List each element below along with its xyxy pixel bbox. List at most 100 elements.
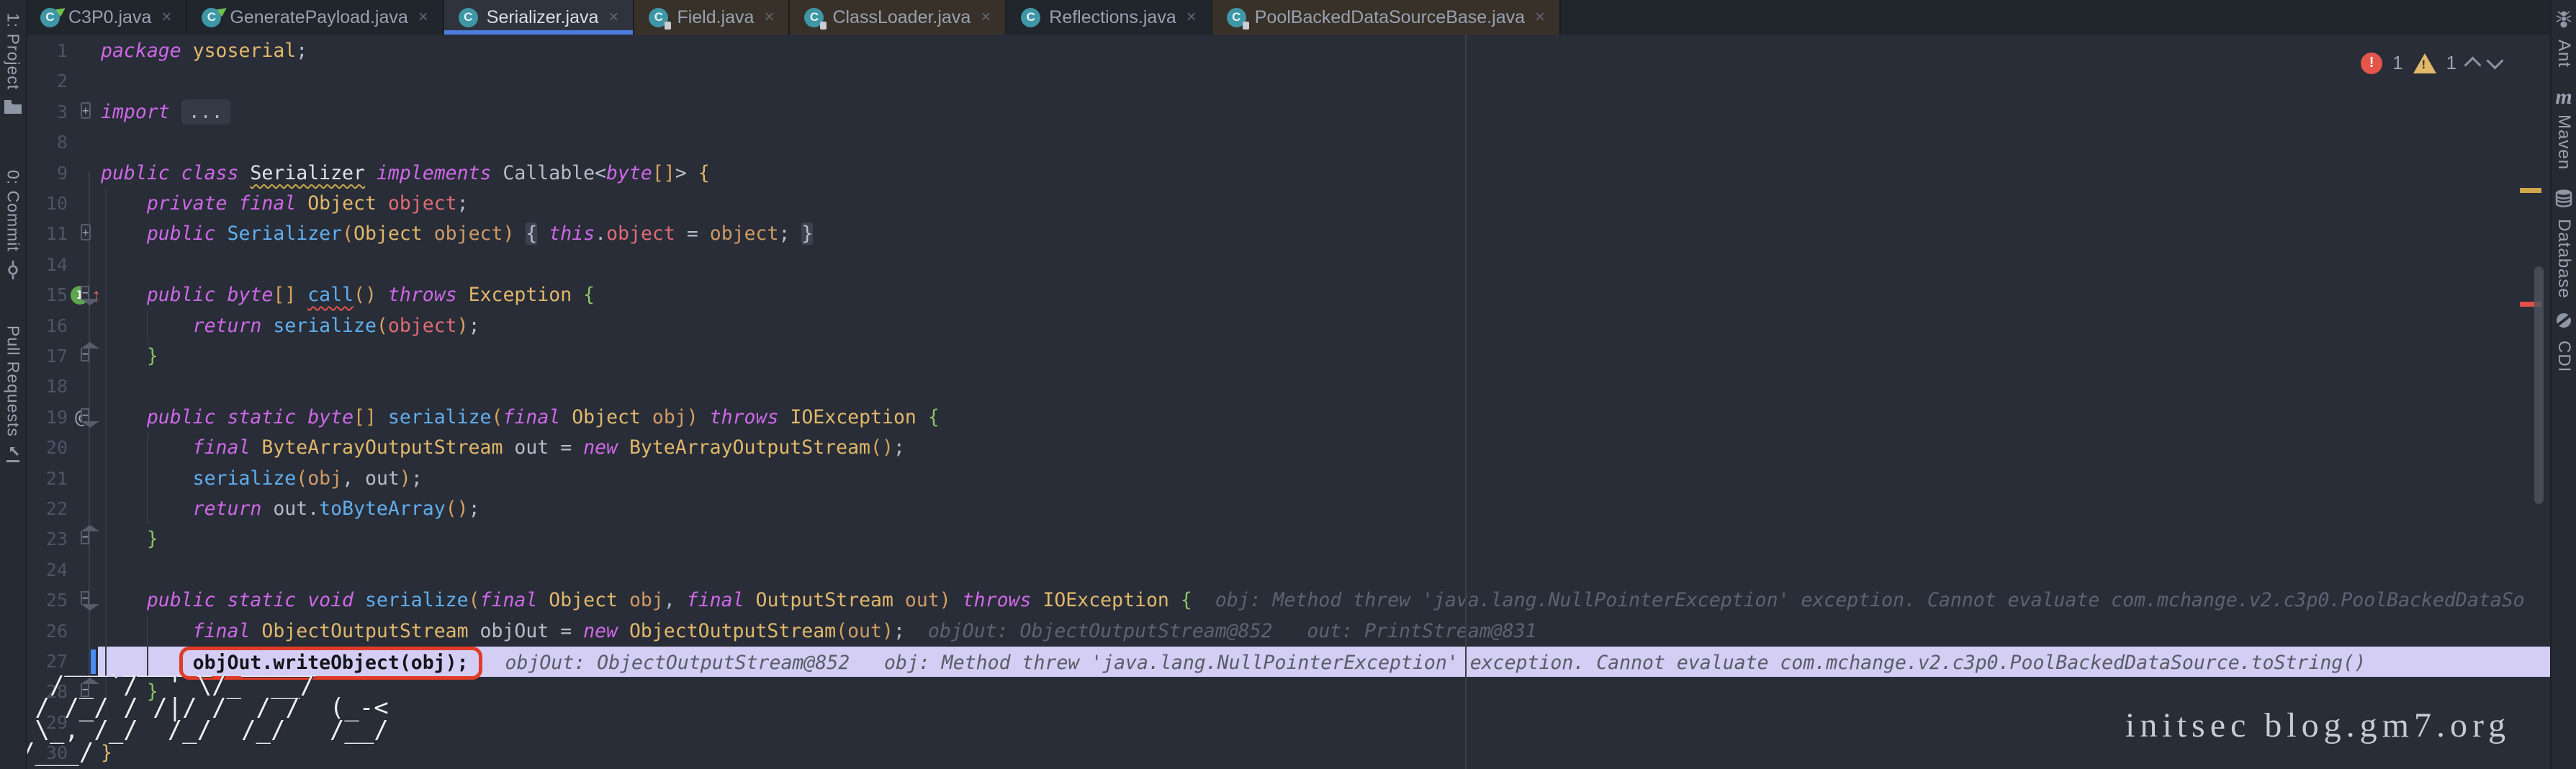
ascii-art-watermark: ___ ____ _ _____ / _ `/ ' \/_ __/ / /_/ … (20, 652, 389, 764)
inspections-widget: ! 1 ! 1 (2361, 52, 2501, 74)
fold-marker-icon[interactable]: − (81, 348, 89, 361)
indent-guide (105, 189, 107, 708)
tab-label: C3P0.java (68, 7, 151, 28)
sidebar-item-0-commit[interactable]: 0: Commit (0, 170, 26, 283)
code-text: return out.toByteArray(); (101, 494, 480, 524)
line-number[interactable]: 9 (26, 158, 68, 189)
tab-reflections-java[interactable]: CReflections.java× (1006, 0, 1212, 35)
close-icon[interactable]: × (418, 7, 428, 27)
code-line-14: 14 (26, 250, 2552, 280)
fold-marker-icon[interactable]: + (81, 104, 91, 118)
line-number[interactable]: 1 (26, 36, 68, 66)
lock-overlay-icon (820, 22, 827, 30)
debugger-inline-hint: objOut: ObjectOutputStream@852 obj: Meth… (505, 652, 2366, 674)
fold-marker-icon[interactable]: − (81, 287, 89, 300)
line-number[interactable]: 17 (26, 341, 68, 372)
database-icon (2554, 189, 2573, 212)
line-number[interactable]: 23 (26, 524, 68, 554)
close-icon[interactable]: × (981, 7, 991, 27)
line-number[interactable]: 3 (26, 97, 68, 127)
tab-c3p0-java[interactable]: C▶ C3P0.java × (26, 0, 187, 35)
debugger-inline-hint: objOut: ObjectOutputStream@852 out: Prin… (928, 620, 1537, 642)
line-number[interactable]: 18 (26, 372, 68, 402)
sidebar-item-cdi[interactable]: CDI (2552, 311, 2576, 372)
editor-scrollbar[interactable] (2534, 266, 2544, 504)
tab-bar: C▶ C3P0.java × C▶ GeneratePayload.java × C Seri… (26, 0, 2552, 35)
fold-marker-icon[interactable]: + (81, 225, 91, 240)
toolwindow-label: Maven (2554, 114, 2574, 170)
code-line-1: 1 package ysoserial; (26, 36, 2552, 66)
line-number[interactable]: 20 (26, 433, 68, 463)
line-number[interactable]: 24 (26, 555, 68, 585)
ant-icon (2554, 10, 2573, 32)
class-icon: C (649, 8, 668, 27)
next-problem-button[interactable] (2486, 52, 2503, 69)
line-number[interactable]: 14 (26, 250, 68, 280)
fold-marker-icon[interactable]: − (81, 592, 89, 605)
right-margin-guide (1465, 35, 1467, 769)
line-number[interactable]: 26 (26, 616, 68, 647)
code-text: } (101, 341, 158, 372)
line-number[interactable]: 21 (26, 464, 68, 494)
line-number[interactable]: 10 (26, 189, 68, 219)
tab-poolbackeddatasourcebase-java[interactable]: CPoolBackedDataSourceBase.java× (1212, 0, 1561, 35)
code-text: objOut.writeObject(obj);objOut: ObjectOu… (101, 647, 2366, 680)
tab-generatepayload-java[interactable]: C▶ GeneratePayload.java × (187, 0, 443, 35)
close-icon[interactable]: × (1186, 7, 1197, 27)
tab-label: Reflections.java (1049, 7, 1176, 28)
code-text: public static byte[] serialize(final Obj… (101, 403, 940, 433)
line-number[interactable]: 19 (26, 403, 68, 433)
line-number[interactable]: 8 (26, 127, 68, 158)
tab-label: PoolBackedDataSourceBase.java (1255, 7, 1525, 28)
class-icon: C (459, 8, 478, 27)
sidebar-item-database[interactable]: Database (2552, 189, 2576, 299)
tab-label: Serializer.java (487, 7, 599, 28)
toolwindow-label: CDI (2554, 341, 2574, 372)
sidebar-item-1-project[interactable]: 1: Project (0, 13, 26, 118)
code-line-18: 18 (26, 372, 2552, 402)
sidebar-item-ant[interactable]: Ant (2552, 10, 2576, 68)
code-line-11: 11 + public Serializer(Object object) { t… (26, 219, 2552, 249)
code-text: package ysoserial; (101, 36, 307, 66)
code-text: return serialize(object); (101, 311, 480, 341)
previous-problem-button[interactable] (2464, 56, 2481, 73)
toolwindow-label: Pull Requests (4, 325, 23, 437)
code-line-24: 24 (26, 555, 2552, 585)
code-text: public Serializer(Object object) { this.… (101, 219, 813, 249)
line-number[interactable]: 2 (26, 66, 68, 96)
toolwindow-label: 0: Commit (4, 170, 23, 252)
tab-field-java[interactable]: C Field.java × (634, 0, 790, 35)
stripe-warning-mark[interactable] (2520, 188, 2541, 193)
folder-icon (4, 99, 22, 118)
tab-label: Field.java (677, 7, 754, 28)
lock-overlay-icon (665, 22, 671, 30)
close-icon[interactable]: × (608, 7, 618, 27)
class-icon: C▶ (40, 8, 60, 27)
code-text: } (101, 524, 158, 554)
class-icon: C▶ (202, 8, 221, 27)
close-icon[interactable]: × (764, 7, 774, 27)
code-text: private final Object object; (101, 189, 469, 219)
tab-classloader-java[interactable]: CClassLoader.java× (790, 0, 1006, 35)
line-number[interactable]: 16 (26, 311, 68, 341)
line-number[interactable]: 15 (26, 280, 68, 310)
line-number[interactable]: 25 (26, 585, 68, 616)
toolwindow-label: 1: Project (4, 13, 23, 90)
sidebar-item-maven[interactable]: mMaven (2552, 88, 2576, 170)
code-text: import ... (101, 97, 230, 127)
line-number[interactable]: 22 (26, 494, 68, 524)
code-line-20: 20 final ByteArrayOutputStream out = new… (26, 433, 2552, 463)
fold-marker-icon[interactable]: − (81, 409, 89, 422)
close-icon[interactable]: × (161, 7, 171, 27)
line-number[interactable]: 11 (26, 219, 68, 249)
warning-icon: ! (2413, 53, 2436, 73)
fold-marker-icon[interactable]: − (81, 531, 89, 544)
tab-serializer-java[interactable]: C Serializer.java × (444, 0, 635, 35)
code-text: public class Serializer implements Calla… (101, 158, 710, 189)
code-line-25: 25− public static void serialize(final O… (26, 585, 2552, 616)
right-toolwindow-bar: Ant mMaven Database CDI (2550, 0, 2576, 769)
tab-label: GeneratePayload.java (230, 7, 407, 28)
sidebar-item-pull-requests[interactable]: Pull Requests (0, 325, 26, 467)
code-editor[interactable]: 1 package ysoserial; 23 + import ... 89 public… (26, 35, 2552, 769)
close-icon[interactable]: × (1535, 7, 1545, 27)
